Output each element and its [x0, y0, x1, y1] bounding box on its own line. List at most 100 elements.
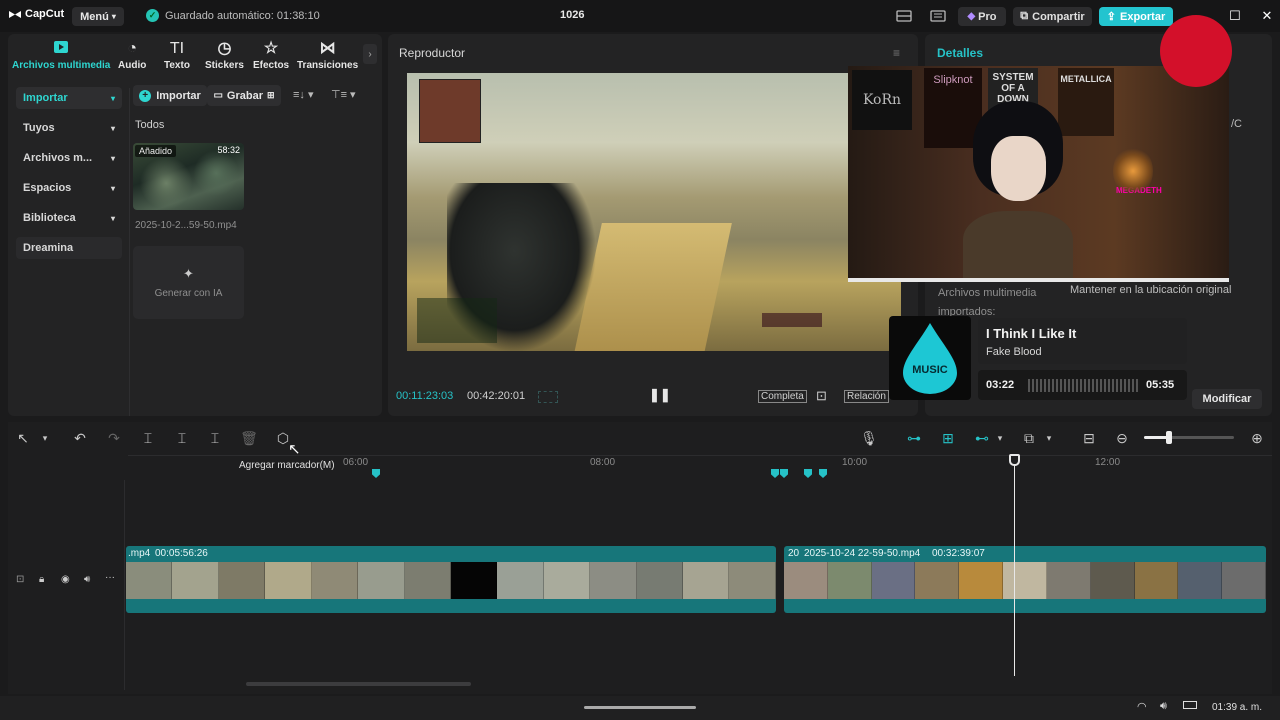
media-thumbnail[interactable]: Añadido 58:32: [133, 143, 244, 210]
playhead[interactable]: [1014, 454, 1015, 676]
sidebar-item-biblioteca[interactable]: Biblioteca ▾: [16, 207, 122, 229]
import-button[interactable]: + Importar: [133, 85, 207, 106]
tool-transiciones[interactable]: ⋈ Transiciones: [297, 40, 358, 71]
layout-icon[interactable]: [893, 8, 915, 24]
more-icon[interactable]: ···: [105, 572, 115, 583]
wifi-icon[interactable]: ◠: [1137, 700, 1147, 713]
player-menu-icon[interactable]: ≡: [893, 46, 900, 60]
share-button[interactable]: ⧉ Compartir: [1013, 7, 1092, 26]
tool-label: Transiciones: [297, 60, 359, 71]
project-name[interactable]: 1026: [560, 9, 584, 21]
split-right-icon[interactable]: ⌶: [206, 429, 224, 447]
clock[interactable]: 01:39 a. m.: [1212, 702, 1262, 713]
tool-texto[interactable]: TI Texto: [164, 40, 190, 71]
zoom-slider[interactable]: [1144, 431, 1234, 444]
chevron-down-icon[interactable]: ▾: [991, 429, 1009, 447]
magnet-icon[interactable]: ⊞: [939, 429, 957, 447]
split-left-icon[interactable]: ⌶: [173, 429, 191, 447]
frame: [590, 562, 637, 599]
plus-circle-icon: +: [139, 89, 152, 102]
cover-icon[interactable]: ⊡: [16, 574, 24, 585]
sidebar-item-dreamina[interactable]: Dreamina: [16, 237, 122, 259]
shortcuts-icon[interactable]: [927, 8, 949, 24]
full-button[interactable]: Completa: [758, 390, 807, 403]
track-duration: 05:35: [1146, 379, 1175, 391]
media-icon: [53, 40, 69, 58]
frame: [311, 562, 359, 599]
chevron-right-icon[interactable]: ›: [363, 44, 377, 64]
chevron-down-icon[interactable]: ▾: [1040, 429, 1058, 447]
zoom-slider-handle[interactable]: [1166, 431, 1172, 444]
sidebar-item-label: Espacios: [23, 182, 72, 194]
zoom-in-icon[interactable]: ⊕: [1248, 429, 1266, 447]
sidebar-item-label: Tuyos: [23, 122, 55, 134]
modify-button[interactable]: Modificar: [1192, 389, 1262, 409]
snap-icon[interactable]: ⊷: [973, 429, 991, 447]
frame: [1046, 562, 1091, 599]
redo-icon[interactable]: ↷: [105, 429, 123, 447]
avatar-character: [963, 101, 1073, 282]
chevron-down-icon: ▾: [110, 123, 115, 133]
pro-button[interactable]: ◆ Pro: [958, 7, 1006, 26]
frame: [126, 562, 173, 599]
video-hud: [417, 298, 497, 343]
frame: [450, 562, 498, 599]
frame: [265, 562, 312, 599]
playhead-handle[interactable]: [1009, 454, 1020, 466]
sidebar-item-importar[interactable]: Importar ▾: [16, 87, 122, 109]
generate-ai-button[interactable]: ✦ Generar con IA: [133, 246, 244, 319]
now-playing-widget: MUSIC I Think I Like It Fake Blood 03:22…: [889, 316, 1187, 402]
frame: [218, 562, 266, 599]
fit-screen-icon[interactable]: ⊡: [816, 388, 827, 404]
details-partial-text: /C: [1231, 118, 1242, 130]
tool-efectos[interactable]: ☆ Efectos: [253, 40, 289, 71]
record-button[interactable]: ▭ Grabar ⊞: [207, 85, 281, 106]
select-tool-icon[interactable]: ↖: [14, 429, 32, 447]
sidebar-item-label: Dreamina: [23, 242, 74, 254]
pause-icon[interactable]: ❚❚: [649, 387, 671, 403]
volume-icon[interactable]: 🔊︎: [1160, 700, 1167, 713]
ruler-label: 06:00: [343, 457, 369, 468]
avatar-face: [991, 136, 1046, 201]
video-preview[interactable]: [407, 73, 901, 351]
link-clips-icon[interactable]: ⊶: [905, 429, 923, 447]
speaker-icon[interactable]: 🔊︎: [84, 574, 90, 585]
home-indicator[interactable]: [584, 706, 696, 709]
maximize-icon[interactable]: ☐: [1224, 8, 1246, 24]
preview-axis-icon[interactable]: ⧉: [1020, 429, 1038, 447]
sort-icon[interactable]: ≡↓ ▾: [293, 88, 314, 101]
section-label: Todos: [135, 119, 165, 131]
check-circle-icon: ✓: [146, 9, 159, 22]
close-icon[interactable]: ✕: [1256, 8, 1278, 24]
sidebar-item-archivos[interactable]: Archivos m... ▾: [16, 147, 122, 169]
caption-icon[interactable]: ⊟: [1080, 429, 1098, 447]
zoom-out-icon[interactable]: ⊖: [1113, 429, 1131, 447]
tool-audio[interactable]: ◔ Audio: [118, 40, 146, 71]
sidebar-item-tuyos[interactable]: Tuyos ▾: [16, 117, 122, 139]
eye-icon[interactable]: ◉: [61, 574, 70, 585]
chevron-down-icon[interactable]: ▾: [36, 429, 54, 447]
split-icon[interactable]: ⌶: [139, 429, 157, 447]
chevron-down-icon: ▾: [110, 183, 115, 193]
tool-stickers[interactable]: ◷ Stickers: [205, 40, 244, 71]
sparkle-icon: ✦: [183, 266, 194, 281]
battery-icon[interactable]: [1183, 701, 1197, 709]
diamond-icon: ◆: [967, 11, 976, 22]
export-button[interactable]: ⇪ Exportar: [1099, 7, 1173, 26]
lock-icon[interactable]: 🔒︎: [39, 574, 44, 585]
autosave-text: Guardado automático: 01:38:10: [165, 9, 320, 22]
frame: [827, 562, 872, 599]
microphone-icon[interactable]: 🎙︎: [860, 429, 878, 447]
sidebar-item-espacios[interactable]: Espacios ▾: [16, 177, 122, 199]
ruler-label: 08:00: [590, 457, 616, 468]
camera-icon: ▭: [213, 90, 223, 101]
sidebar-item-label: Importar: [23, 92, 68, 104]
filter-icon[interactable]: ⊤≡ ▾: [331, 88, 356, 101]
ratio-button[interactable]: Relación: [844, 390, 889, 403]
frame: [172, 562, 219, 599]
menu-button[interactable]: Menú ▾: [72, 7, 124, 26]
undo-icon[interactable]: ↶: [71, 429, 89, 447]
tool-archivos-multimedia[interactable]: Archivos multimedia: [12, 40, 110, 71]
timeline-scrollbar[interactable]: [246, 682, 471, 686]
delete-icon[interactable]: 🗑︎: [240, 429, 258, 447]
